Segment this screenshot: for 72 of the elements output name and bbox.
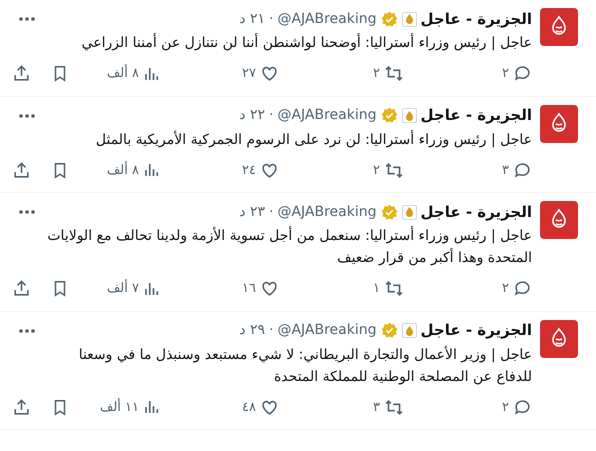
action-button[interactable] — [12, 64, 31, 84]
retweet-icon — [384, 279, 404, 298]
post-text: عاجل | رئيس وزراء أستراليا: سنعمل من أجل تسوية الأزمة ولدينا تحالف مع الولايات المتحدة وهذا أكبر من قرار ضعيف — [46, 225, 532, 268]
separator-dot: · — [269, 10, 274, 28]
heart-icon — [260, 279, 279, 298]
separator-dot: · — [269, 202, 274, 222]
account-handle[interactable]: @AJABreaking — [277, 202, 377, 222]
share-icon — [12, 279, 31, 298]
heart-icon — [260, 64, 279, 84]
action-button[interactable]: ٣ — [404, 160, 532, 180]
reply-icon — [513, 160, 532, 180]
action-button[interactable]: ٧ ألف — [106, 279, 161, 298]
separator-dot: · — [269, 321, 274, 340]
action-button[interactable]: ١١ ألف — [100, 398, 161, 417]
action-button[interactable]: ٢ — [279, 64, 404, 84]
separator-dot: · — [269, 106, 274, 125]
action-button[interactable]: ٤٨ — [161, 398, 279, 417]
share-icon — [12, 398, 31, 417]
avatar[interactable] — [540, 201, 578, 239]
reply-icon — [513, 279, 532, 298]
action-button[interactable]: ١ — [279, 279, 404, 298]
retweet-icon — [384, 398, 404, 417]
avatar[interactable] — [540, 320, 578, 358]
retweet-icon — [384, 64, 404, 84]
action-button[interactable]: ٢ — [279, 160, 404, 180]
action-button[interactable] — [12, 398, 31, 417]
action-button[interactable]: ١٦ — [161, 279, 279, 298]
avatar[interactable] — [540, 8, 578, 46]
reply-icon — [513, 398, 532, 417]
account-name[interactable]: الجزيرة - عاجل — [420, 104, 532, 127]
action-button[interactable]: ٢٧ — [161, 64, 279, 84]
more-button[interactable] — [18, 328, 36, 334]
post-time[interactable]: ٢٢ د — [239, 105, 266, 126]
action-button[interactable] — [12, 160, 31, 180]
more-icon — [18, 16, 36, 22]
action-button[interactable]: ٢٤ — [161, 160, 279, 180]
avatar[interactable] — [540, 104, 578, 142]
account-handle[interactable]: @AJABreaking — [277, 8, 377, 30]
action-button[interactable]: ٢ — [404, 398, 532, 417]
action-button[interactable]: ٨ ألف — [106, 64, 161, 84]
more-icon — [18, 209, 36, 215]
logo-icon — [406, 207, 413, 217]
logo-icon — [406, 110, 413, 120]
share-icon — [12, 160, 31, 180]
more-button[interactable] — [18, 112, 36, 118]
more-icon — [18, 112, 36, 118]
more-icon — [18, 328, 36, 334]
post-time[interactable]: ٢٩ د — [239, 320, 266, 341]
account-handle[interactable]: @AJABreaking — [277, 105, 377, 126]
post-text: عاجل | رئيس وزراء أستراليا: أوضحنا لواشنطن أننا لن نتنازل عن أمننا الزراعي — [80, 32, 532, 53]
action-button[interactable]: ٢ — [404, 64, 532, 84]
more-button[interactable] — [18, 209, 36, 215]
post-text: عاجل | رئيس وزراء أستراليا: لن نرد على الرسوم الجمركية الأمريكية بالمثل — [94, 129, 532, 150]
account-handle[interactable]: @AJABreaking — [277, 320, 377, 341]
action-button[interactable] — [12, 279, 31, 298]
more-button[interactable] — [18, 16, 36, 22]
heart-icon — [260, 398, 279, 417]
share-icon — [12, 64, 31, 84]
action-button[interactable]: ٨ ألف — [106, 160, 161, 180]
retweet-icon — [384, 160, 404, 180]
action-button[interactable]: ٣ — [279, 398, 404, 417]
heart-icon — [260, 160, 279, 180]
account-name[interactable]: الجزيرة - عاجل — [420, 319, 532, 342]
reply-icon — [513, 64, 532, 84]
logo-icon — [406, 326, 413, 336]
post-time[interactable]: ٢١ د — [239, 8, 266, 30]
account-name[interactable]: الجزيرة - عاجل — [420, 200, 532, 224]
post-time[interactable]: ٢٣ د — [239, 202, 266, 222]
logo-icon — [406, 14, 413, 24]
post-text: عاجل | وزير الأعمال والتجارة البريطاني: لا شيء مستبعد وسنبذل ما في وسعنا للدفاع عن المصلحة الوطنية للمملكة المتحدة — [78, 344, 532, 386]
action-button[interactable]: ٢ — [404, 279, 532, 298]
account-name[interactable]: الجزيرة - عاجل — [420, 8, 532, 30]
